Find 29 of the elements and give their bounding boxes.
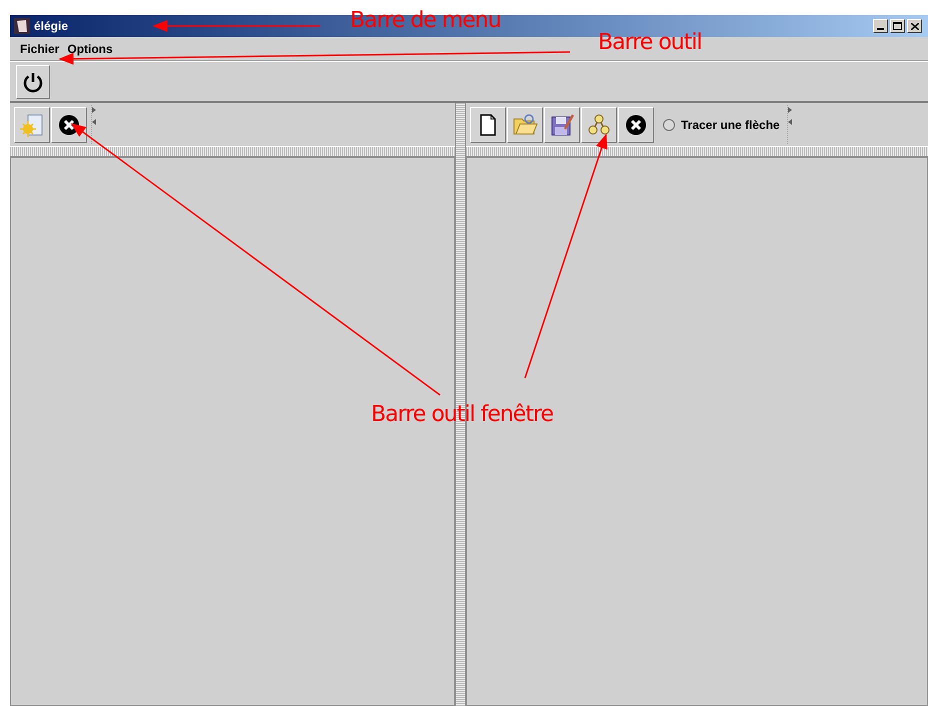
close-icon: [625, 114, 647, 136]
folder-icon: [512, 112, 538, 136]
annotation-label: Barre outil: [598, 29, 702, 57]
toolbar-button[interactable]: [16, 64, 50, 98]
disk-icon: [549, 112, 575, 136]
maximize-icon: [893, 22, 902, 30]
menu-item[interactable]: Fichier: [18, 40, 62, 58]
close-icon: [58, 114, 80, 136]
page-icon: [478, 112, 498, 136]
toolbar-button[interactable]: [544, 106, 580, 142]
toolbar-grip-icon: [91, 104, 97, 144]
annotation-label: Barre de menu: [350, 7, 501, 35]
annotation-label: Barre outil fenêtre: [371, 401, 554, 429]
app-icon: [14, 18, 30, 34]
toolbar-button[interactable]: [470, 106, 506, 142]
nodes-icon: [586, 112, 612, 136]
maximize-button[interactable]: [890, 19, 905, 33]
radio-button[interactable]: Tracer une flèche: [663, 116, 780, 134]
minimize-button[interactable]: [873, 19, 888, 33]
power-icon: [22, 70, 44, 92]
sun-page-icon: [20, 112, 44, 138]
toolbar-grip-icon: [786, 104, 793, 144]
menu-item[interactable]: Options: [65, 40, 115, 58]
close-icon: [910, 22, 918, 30]
toolbar-button[interactable]: [618, 106, 654, 142]
minimize-icon: [877, 28, 884, 30]
window-title: élégie: [34, 18, 68, 35]
toolbar-button[interactable]: [51, 106, 87, 142]
close-button[interactable]: [907, 19, 922, 33]
